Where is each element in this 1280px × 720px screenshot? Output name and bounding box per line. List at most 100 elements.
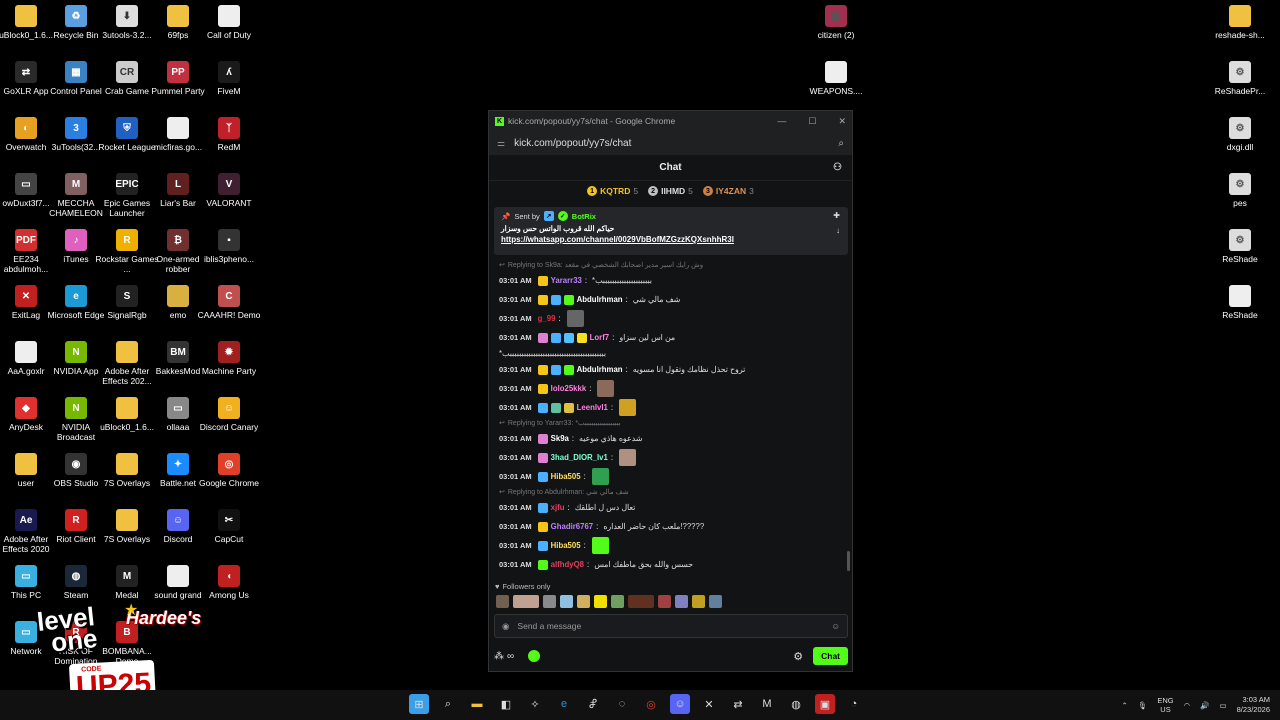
emote-shortcut[interactable] <box>628 595 654 608</box>
reply-context[interactable]: ↩ Replying to Abdulrhman: شف مالي شي <box>499 486 839 498</box>
maximize-icon[interactable]: ☐ <box>808 116 816 127</box>
send-chat-button[interactable]: Chat <box>813 647 848 665</box>
emote-shortcut[interactable] <box>658 595 671 608</box>
message-username[interactable]: Abdulrhman <box>577 295 623 304</box>
language-indicator[interactable]: ENG US <box>1157 696 1173 714</box>
unpin-icon[interactable]: ✚ <box>833 211 840 220</box>
start-icon[interactable]: ⊞ <box>409 694 429 714</box>
scrollbar[interactable] <box>847 551 850 571</box>
address-bar[interactable]: ⚌ kick.com/popout/yy7s/chat ⌕ <box>489 131 852 155</box>
chat-message[interactable]: 03:01 AM alfhdyQ8: حسس والله بحق ماطفك امس <box>499 555 839 574</box>
chat-message[interactable]: 03:01 AM Sk9a: شدعوه هاذي موعيه <box>499 429 839 448</box>
emote-shortcut[interactable] <box>709 595 722 608</box>
steam-icon[interactable]: ◍ <box>786 694 806 714</box>
pinned-sender[interactable]: BotRix <box>572 212 596 221</box>
emote-image[interactable] <box>591 468 609 485</box>
emoji-icon[interactable]: ☺ <box>831 621 840 631</box>
emote-image[interactable] <box>566 310 584 327</box>
zoom-icon[interactable]: ⌕ <box>838 138 844 149</box>
message-username[interactable]: lolo25kkk <box>551 384 587 393</box>
message-username[interactable]: Yararr33 <box>551 276 582 285</box>
search-icon[interactable]: ⌕ <box>438 694 458 714</box>
desktop-icon[interactable]: ▪ iblis3pheno... <box>198 229 260 264</box>
emote-image[interactable] <box>619 399 637 416</box>
reply-context[interactable]: ↩ Replying to Sk9a: وش رايك اسير مدير اصح… <box>499 259 839 271</box>
medal-icon[interactable]: M <box>757 694 777 714</box>
desktop-icon[interactable]: ʎ FiveM <box>198 61 260 96</box>
points-icon[interactable]: ⁂ <box>494 651 504 662</box>
desktop-icon[interactable]: ◎ Google Chrome <box>198 453 260 488</box>
chrome-icon[interactable]: ◎ <box>641 694 661 714</box>
chat-message[interactable]: 03:01 AM Lorf7: من اس لين سزاو <box>499 328 839 347</box>
emote-shortcut[interactable] <box>594 595 607 608</box>
microphone-icon[interactable]: 🎙 <box>1138 701 1148 710</box>
exitlag-icon[interactable]: ✕ <box>699 694 719 714</box>
chat-message[interactable]: 03:01 AM xjfu: تعال دس ل اطلقك <box>499 498 839 517</box>
emote-shortcut[interactable] <box>560 595 573 608</box>
app-icon[interactable]: ◌ <box>612 694 632 714</box>
volume-icon[interactable]: 🔊 <box>1200 701 1209 710</box>
copilot-icon[interactable]: ✧ <box>525 694 545 714</box>
chat-message[interactable]: 03:01 AM Hiba505: <box>499 467 839 486</box>
desktop-icon[interactable]: Call of Duty <box>198 5 260 40</box>
message-username[interactable]: xjfu <box>551 503 565 512</box>
collapse-chevron-icon[interactable]: ↓ <box>836 226 840 235</box>
message-username[interactable]: Abdulrhman <box>577 365 623 374</box>
desktop-icon[interactable]: ▦ citizen (2) <box>808 5 864 40</box>
discord-icon[interactable]: ☺ <box>670 694 690 714</box>
chat-message[interactable]: 03:01 AM Abdulrhman: شف مالي شي <box>499 290 839 309</box>
desktop-icon[interactable]: ReShade <box>1212 285 1268 320</box>
users-icon[interactable]: ⚇ <box>833 162 842 173</box>
emote-shortcut[interactable] <box>692 595 705 608</box>
desktop-icon[interactable]: ⚙ dxgi.dll <box>1212 117 1268 152</box>
chat-message[interactable]: 03:01 AM lolo25kkk: <box>499 379 839 398</box>
red-app-icon[interactable]: ▣ <box>815 694 835 714</box>
desktop-icon[interactable]: ⚙ ReShadePr... <box>1212 61 1268 96</box>
emote-shortcut[interactable] <box>577 595 590 608</box>
battery-icon[interactable]: ▭ <box>1220 701 1227 710</box>
minimize-icon[interactable]: — <box>777 116 786 127</box>
message-input-box[interactable]: ◉ ☺ <box>494 614 848 638</box>
reply-context[interactable]: ↩ Replying to Yararr33: *بببببببببببببببب… <box>499 417 839 429</box>
chat-message[interactable]: 03:01 AM Abdulrhman: تروح تحذل نظامك وتقول… <box>499 360 839 379</box>
message-username[interactable]: Ghadir6767 <box>551 522 593 531</box>
edge-icon[interactable]: e <box>554 694 574 714</box>
emote-shortcut[interactable] <box>543 595 556 608</box>
chat-message[interactable]: 03:01 AM Leenlvl1: <box>499 398 839 417</box>
message-username[interactable]: Lorf7 <box>590 333 610 342</box>
desktop-icon[interactable]: ◖ Among Us <box>198 565 260 600</box>
emote-shortcut[interactable] <box>496 595 509 608</box>
chat-message[interactable]: 03:01 AM Hiba505: <box>499 536 839 555</box>
pinned-link[interactable]: https://whatsapp.com/channel/0029VbBofMZ… <box>501 235 841 244</box>
message-username[interactable]: 3had_DIOR_lv1 <box>551 453 608 462</box>
chat-message[interactable]: 03:01 AM g_99: <box>499 309 839 328</box>
chat-message[interactable]: 03:01 AM 3had_DIOR_lv1: <box>499 448 839 467</box>
kick-points-icon[interactable] <box>528 650 541 662</box>
leaderboard-entry[interactable]: 1 KQTRD 5 <box>587 186 638 196</box>
desktop-icon[interactable]: ✹ Machine Party <box>198 341 260 376</box>
leaderboard-entry[interactable]: 3 IY4ZAN 3 <box>702 186 754 196</box>
overlay-icon[interactable]: ◔ <box>844 694 864 714</box>
desktop-icon[interactable]: ☺ Discord Canary <box>198 397 260 432</box>
chat-message[interactable]: 03:01 AM Yararr33: *بببببببببببببببببببببب <box>499 271 839 290</box>
message-username[interactable]: Hiba505 <box>551 472 581 481</box>
goxlr-icon[interactable]: ⇄ <box>728 694 748 714</box>
message-username[interactable]: Hiba505 <box>551 541 581 550</box>
3utools-icon[interactable]: Ⴥ <box>583 694 603 714</box>
title-bar[interactable]: K kick.com/popout/yy7s/chat - Google Chr… <box>489 111 852 131</box>
chevron-up-icon[interactable]: ⌃ <box>1122 701 1128 710</box>
desktop-icon[interactable]: V VALORANT <box>198 173 260 208</box>
desktop-icon[interactable]: ✂ CapCut <box>198 509 260 544</box>
message-username[interactable]: Sk9a <box>551 434 569 443</box>
emote-shortcut[interactable] <box>611 595 624 608</box>
desktop-icon[interactable]: ⚙ pes <box>1212 173 1268 208</box>
message-username[interactable]: Leenlvl1 <box>577 403 608 412</box>
desktop-icon[interactable]: ⚙ ReShade <box>1212 229 1268 264</box>
message-username[interactable]: g_99 <box>538 314 556 323</box>
emote-shortcut[interactable] <box>513 595 539 608</box>
desktop-icon[interactable]: WEAPONS.... <box>808 61 864 96</box>
settings-gear-icon[interactable]: ⚙ <box>793 650 803 663</box>
clock[interactable]: 3:03 AM 8/23/2026 <box>1237 695 1270 715</box>
leaderboard-entry[interactable]: 2 IIHMD 5 <box>648 186 693 196</box>
close-icon[interactable]: ✕ <box>838 116 846 127</box>
